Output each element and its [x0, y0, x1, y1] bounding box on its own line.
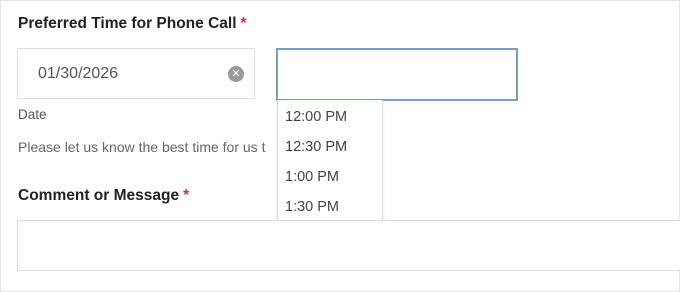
date-value: 01/30/2026 [38, 65, 119, 82]
required-marker: * [240, 15, 247, 32]
time-option[interactable]: 1:00 PM [278, 162, 382, 192]
time-option[interactable]: 1:30 PM [278, 192, 382, 222]
phone-call-label-text: Preferred Time for Phone Call [18, 15, 237, 32]
comment-label-text: Comment or Message [18, 187, 180, 204]
comment-textarea[interactable] [17, 220, 680, 271]
phone-call-label: Preferred Time for Phone Call * [18, 15, 247, 33]
time-input[interactable] [276, 48, 518, 101]
clear-circle-icon[interactable]: ✕ [228, 66, 244, 82]
date-input[interactable]: 01/30/2026 ✕ [17, 48, 255, 99]
required-marker: * [183, 187, 190, 204]
time-option[interactable]: 12:00 PM [278, 102, 382, 132]
date-sublabel: Date [18, 107, 47, 122]
time-option[interactable]: 12:30 PM [278, 132, 382, 162]
comment-label: Comment or Message * [18, 187, 189, 205]
help-text: Please let us know the best time for us … [18, 139, 266, 155]
